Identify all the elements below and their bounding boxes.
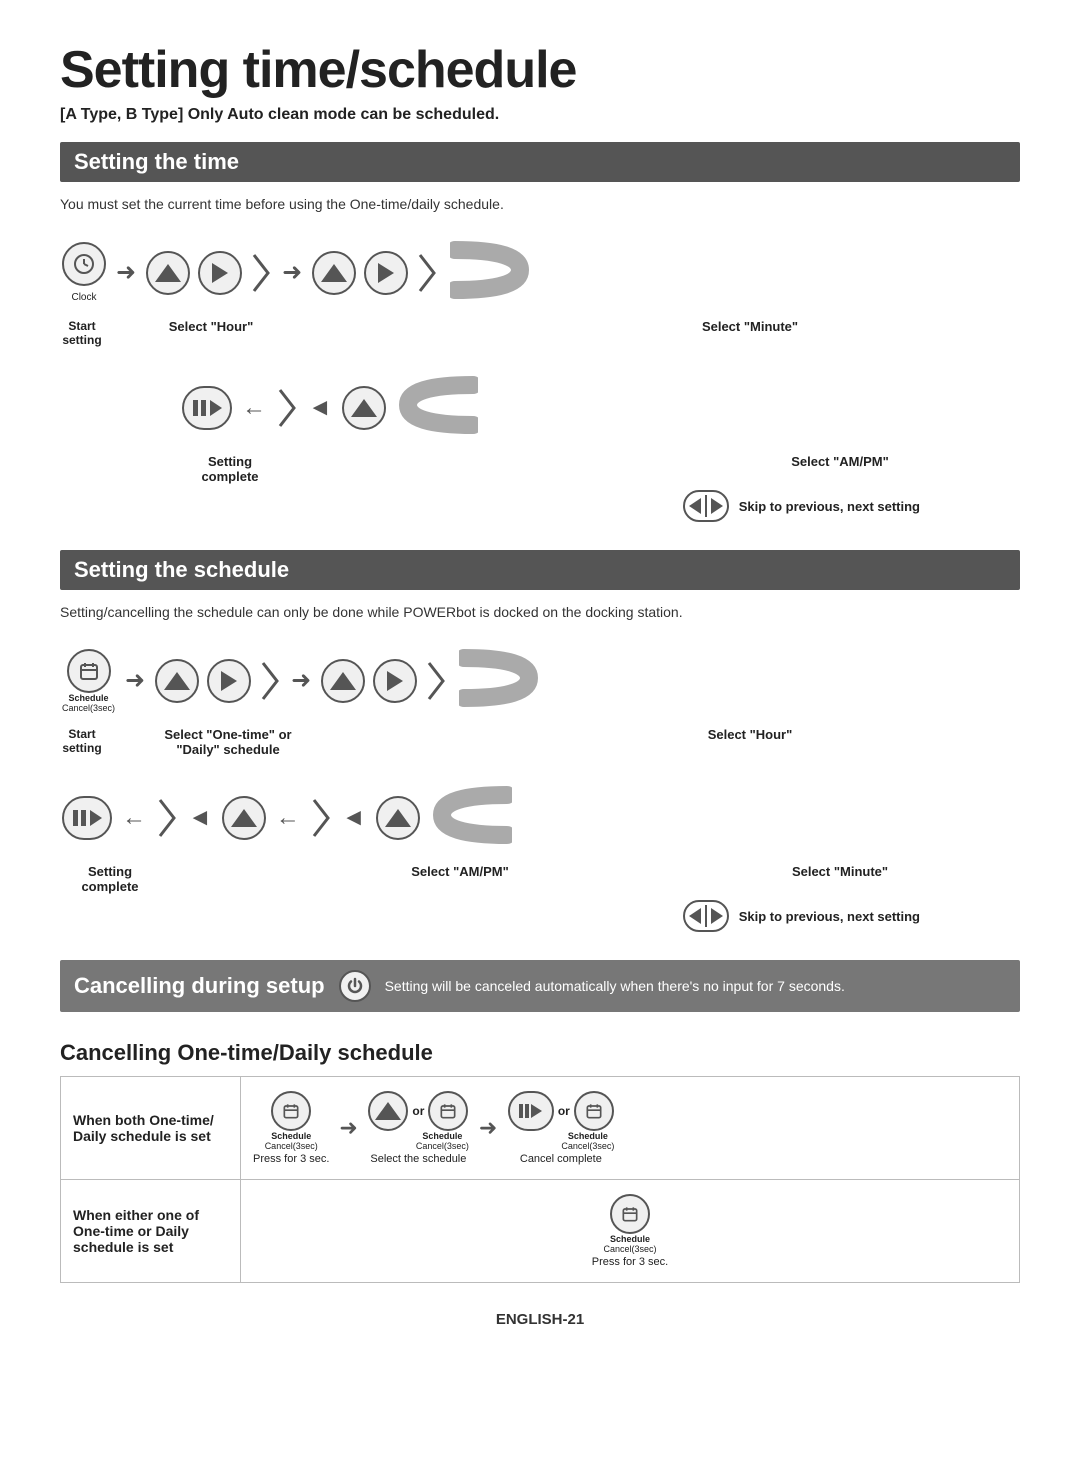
start-setting-s-label: Start setting <box>60 727 104 755</box>
skip-buttons <box>683 490 729 522</box>
skip-row-schedule: Skip to previous, next setting <box>60 900 1020 932</box>
bracket-right-1 <box>250 251 272 295</box>
cancel-steps-both: Schedule Cancel(3sec) Press for 3 sec. ➜… <box>241 1077 1020 1180</box>
arrow-back-1: ◄ <box>308 394 332 422</box>
page-footer: ENGLISH-21 <box>60 1311 1020 1328</box>
play-button-2 <box>364 251 408 295</box>
select-ampm-s-label: Select "AM/PM" <box>380 864 540 879</box>
setting-schedule-header: Setting the schedule <box>60 550 1020 590</box>
select-hour-s-label: Select "Hour" <box>680 727 820 742</box>
page-subtitle: [A Type, B Type] Only Auto clean mode ca… <box>60 106 1020 124</box>
cancel-schedule-btn-2: Schedule Cancel(3sec) Press for 3 sec. <box>592 1194 668 1268</box>
cancel-row-both: When both One-time/Daily schedule is set <box>61 1077 1020 1180</box>
bracket-right-2 <box>416 251 438 295</box>
skip-label-time: Skip to previous, next setting <box>739 499 920 514</box>
schedule-label: Schedule <box>69 693 109 703</box>
start-setting-label: Start setting <box>60 319 104 347</box>
curve-right-1 <box>450 230 530 315</box>
cancel-3sec-label-1: Cancel(3sec) <box>62 703 115 713</box>
select-minute-label: Select "Minute" <box>680 319 820 334</box>
clock-label: Clock <box>71 292 96 303</box>
select-ampm-label: Select "AM/PM" <box>760 454 920 469</box>
up-button-s1 <box>155 659 199 703</box>
skip-label-schedule: Skip to previous, next setting <box>739 909 920 924</box>
select-onetime-label: Select "One-time" or "Daily" schedule <box>136 727 316 757</box>
curve-right-2 <box>459 638 539 723</box>
cancel-or-btn: or Schedule Cancel(3sec <box>368 1091 469 1165</box>
up-button-s4 <box>222 796 266 840</box>
setting-time-desc: You must set the current time before usi… <box>60 196 1020 212</box>
skip-buttons-s <box>683 900 729 932</box>
clock-button: Clock <box>62 242 106 303</box>
setting-time-header: Setting the time <box>60 142 1020 182</box>
setting-complete-label: Setting complete <box>180 454 280 484</box>
up-button-s2 <box>321 659 365 703</box>
cancel-schedule-btn-1: Schedule Cancel(3sec) Press for 3 sec. <box>253 1091 329 1165</box>
bracket-right-s4 <box>310 796 332 840</box>
setting-time-section: Setting the time You must set the curren… <box>60 142 1020 522</box>
select-hour-label: Select "Hour" <box>136 319 276 334</box>
play-pause-button <box>182 386 232 430</box>
up-button-2 <box>312 251 356 295</box>
play-button-s1 <box>207 659 251 703</box>
cancel-label-both: When both One-time/Daily schedule is set <box>61 1077 241 1180</box>
cancelling-setup-desc: Setting will be canceled automatically w… <box>385 978 845 994</box>
arrow1: ➜ <box>116 258 136 287</box>
skip-row-time: Skip to previous, next setting <box>60 490 1020 522</box>
play-button-1 <box>198 251 242 295</box>
setting-schedule-desc: Setting/cancelling the schedule can only… <box>60 604 1020 620</box>
setting-complete-s-label: Setting complete <box>60 864 160 894</box>
page-title: Setting time/schedule <box>60 40 1020 100</box>
up-button-s5 <box>376 796 420 840</box>
select-minute-s-label: Select "Minute" <box>760 864 920 879</box>
bracket-right-s3 <box>156 796 178 840</box>
play-pause-button-s <box>62 796 112 840</box>
arrow2: ➜ <box>282 258 302 287</box>
cancelling-schedule-section: Cancelling One-time/Daily schedule When … <box>60 1040 1020 1283</box>
cancel-table: When both One-time/Daily schedule is set <box>60 1076 1020 1283</box>
cancelling-schedule-header: Cancelling One-time/Daily schedule <box>60 1040 1020 1066</box>
arrow-left-1: ← <box>242 394 266 422</box>
bracket-right-s2 <box>425 659 447 703</box>
cancel-row-either: When either one ofOne-time or Dailysched… <box>61 1180 1020 1283</box>
bracket-right-s1 <box>259 659 281 703</box>
setting-schedule-section: Setting the schedule Setting/cancelling … <box>60 550 1020 932</box>
play-button-s2 <box>373 659 417 703</box>
cancelling-setup-header: Cancelling during setup <box>74 973 325 999</box>
cancel-steps-either: Schedule Cancel(3sec) Press for 3 sec. <box>241 1180 1020 1283</box>
cancel-label-either: When either one ofOne-time or Dailysched… <box>61 1180 241 1283</box>
up-button-1 <box>146 251 190 295</box>
schedule-button: Schedule Cancel(3sec) <box>62 649 115 713</box>
curve-left-2 <box>432 775 512 860</box>
curve-left-1 <box>398 365 478 450</box>
power-icon <box>339 970 371 1002</box>
cancel-complete-btn: or Schedule Cancel(3sec <box>507 1091 614 1165</box>
cancelling-setup-section: Cancelling during setup Setting will be … <box>60 960 1020 1012</box>
bracket-right-3 <box>276 386 298 430</box>
up-button-3 <box>342 386 386 430</box>
